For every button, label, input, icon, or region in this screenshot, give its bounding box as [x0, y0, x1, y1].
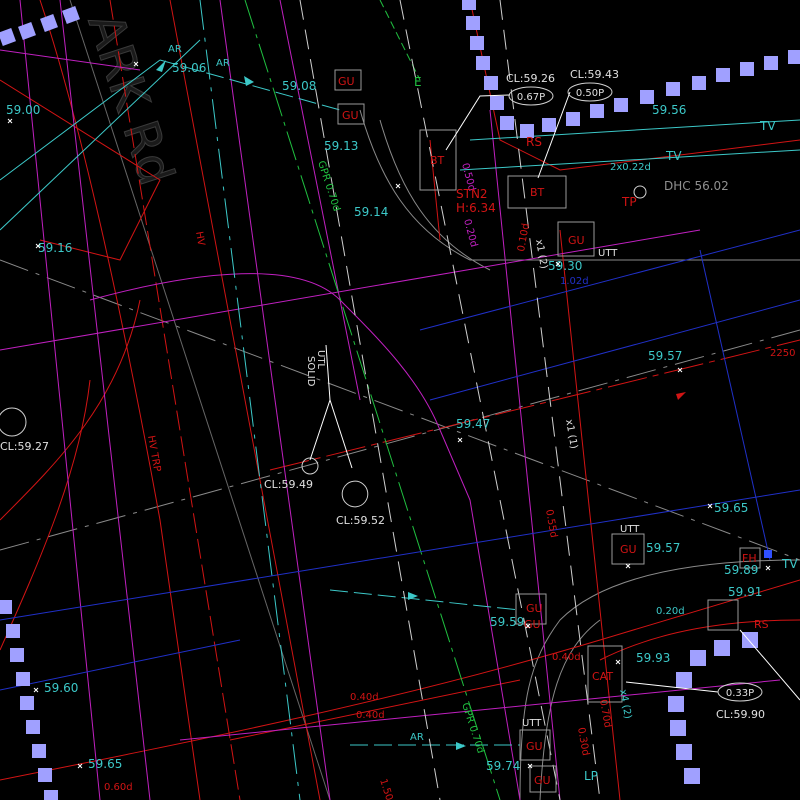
spot-level: 59.08: [282, 79, 316, 93]
spot-level: 59.74: [486, 759, 520, 773]
pit-label: GU: [568, 234, 585, 247]
cover-level: CL:59.43: [570, 68, 619, 81]
utility-label: 0.40d: [552, 652, 581, 663]
pit-label: GU: [526, 602, 543, 615]
pit-label: CAT: [592, 670, 613, 683]
spot-level: 59.89: [724, 563, 758, 577]
pit-label: GU: [526, 740, 543, 753]
utility-label: 0.20d: [656, 606, 685, 617]
pipe-size: 0.67P: [517, 92, 545, 103]
pit-label: GU: [620, 543, 637, 556]
utility-label: E: [414, 75, 422, 89]
utility-label: UTT: [598, 248, 618, 259]
spot-level: 59.16: [38, 241, 72, 255]
utility-label: 2250: [770, 348, 795, 359]
utility-label: SOLID: [305, 356, 316, 387]
spot-level: 59.65: [714, 501, 748, 515]
pit-label: GU: [342, 109, 359, 122]
spot-level: 59.47: [456, 417, 490, 431]
utility-label: DHC 56.02: [664, 179, 729, 193]
spot-level: 59.59: [490, 615, 524, 629]
utility-label: TV: [781, 557, 798, 571]
utility-label: RS: [526, 135, 542, 149]
cover-level: CL:59.27: [0, 440, 49, 453]
hydrant-marker: [764, 550, 772, 558]
utility-label: AR: [168, 44, 182, 55]
spot-level: 59.91: [728, 585, 762, 599]
spot-level: 59.06: [172, 61, 206, 75]
utility-label: H:6.34: [456, 201, 496, 215]
pit-label: GU: [338, 75, 355, 88]
spot-level: 59.56: [652, 103, 686, 117]
cover-level: CL:59.52: [336, 514, 385, 527]
utility-label: 0.40d: [350, 692, 379, 703]
pipe-size: 0.50P: [576, 88, 604, 99]
spot-level: 59.13: [324, 139, 358, 153]
utility-label: AR: [410, 732, 424, 743]
pipe-size: 0.33P: [726, 688, 754, 699]
pit-label: RS: [754, 618, 769, 631]
utility-label: 0.40d: [356, 710, 385, 721]
utility-label: 2x0.22d: [610, 162, 651, 173]
utility-label: AR: [216, 58, 230, 69]
spot-level: 59.00: [6, 103, 40, 117]
spot-level: 59.60: [44, 681, 78, 695]
utility-label: 1.02d: [560, 276, 589, 287]
spot-level: 59.14: [354, 205, 388, 219]
pit-label: BT: [530, 186, 545, 199]
spot-level: 59.57: [648, 349, 682, 363]
cover-level: CL:59.49: [264, 478, 313, 491]
utility-label: UTT: [620, 524, 640, 535]
utility-label: TV: [759, 119, 776, 133]
spot-level: 59.30: [548, 259, 582, 273]
spot-level: 59.65: [88, 757, 122, 771]
pit-label: GU: [534, 774, 551, 787]
pit-label: BT: [430, 154, 445, 167]
cad-drawing-canvas: ARK Rd 59.06 59.08 59.13 59.00 59.14 59.…: [0, 0, 800, 800]
spot-level: 59.93: [636, 651, 670, 665]
utility-label: 0.60d: [104, 782, 133, 793]
utility-label: UTT: [522, 718, 542, 729]
utility-label: TP: [621, 195, 637, 209]
utility-label: TV: [665, 149, 682, 163]
utility-label: STN2: [456, 187, 488, 201]
cover-level: CL:59.26: [506, 72, 555, 85]
pit-label: FH: [742, 552, 757, 565]
utility-label: LP: [584, 769, 598, 783]
cover-level: CL:59.90: [716, 708, 765, 721]
spot-level: 59.57: [646, 541, 680, 555]
